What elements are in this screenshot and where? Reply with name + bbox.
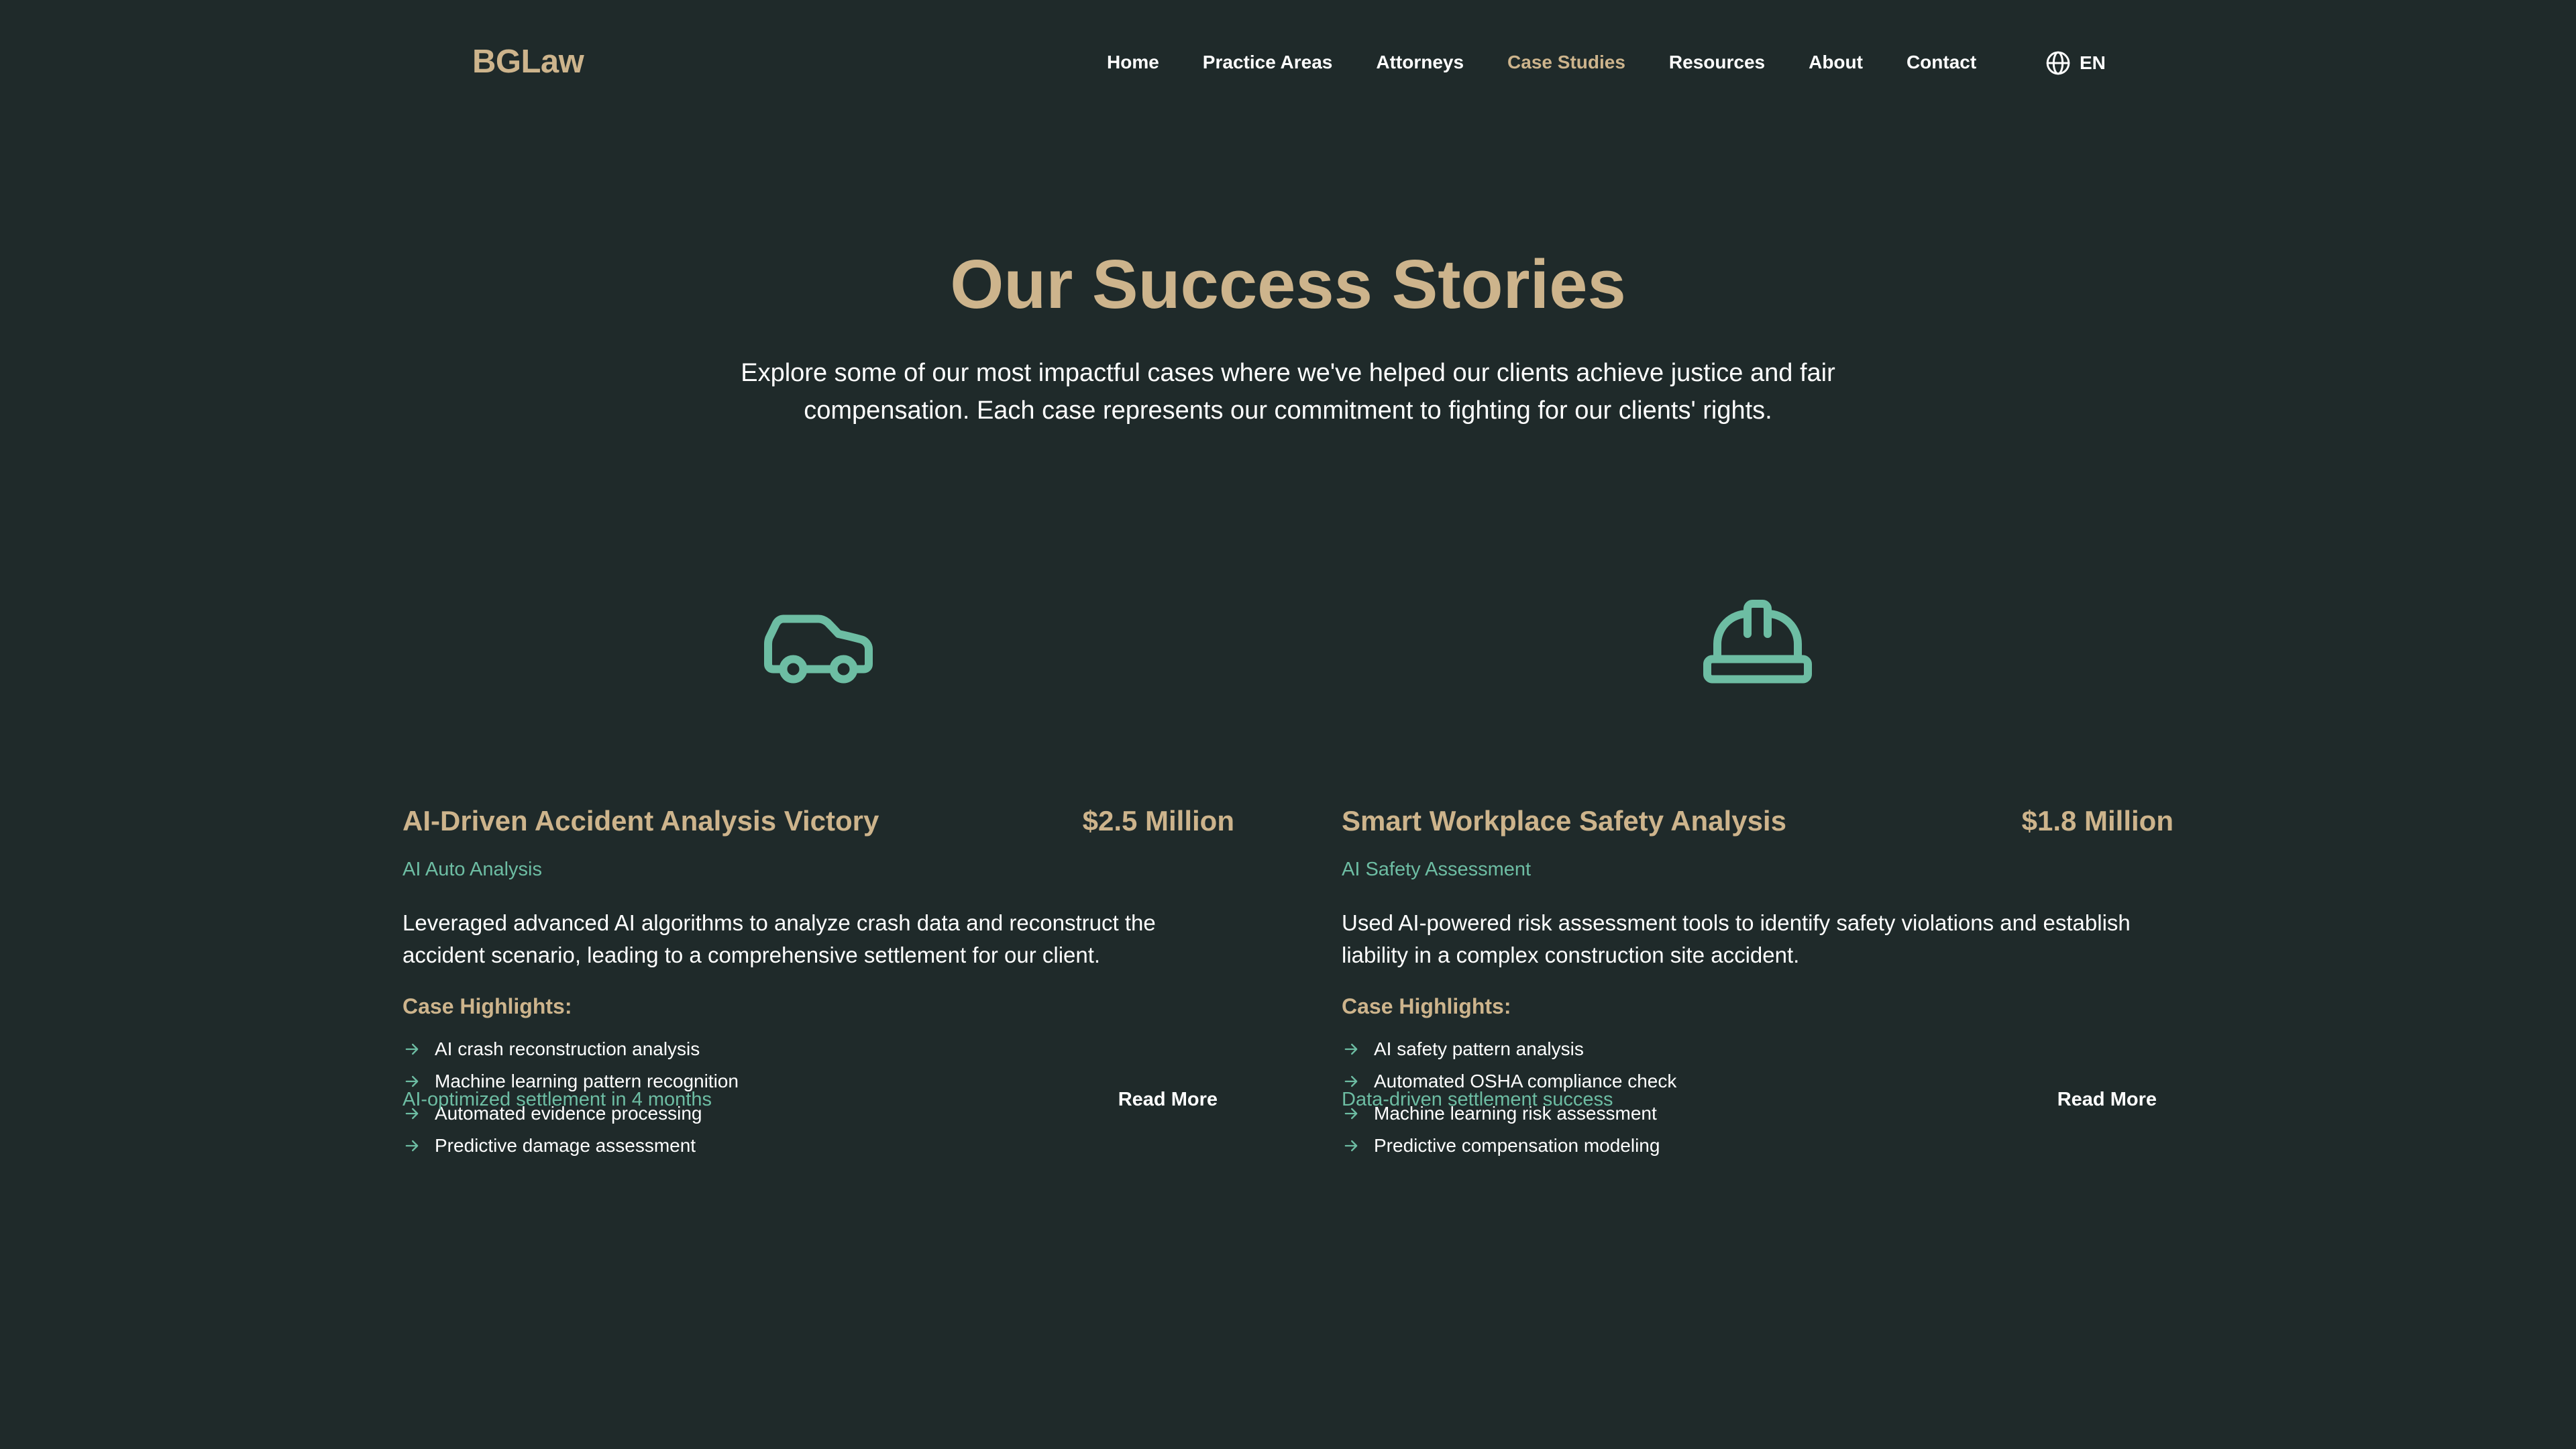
nav-link-resources[interactable]: Resources — [1669, 52, 1765, 73]
read-more-button[interactable]: Read More — [2057, 1089, 2157, 1111]
read-more-button[interactable]: Read More — [1118, 1089, 1218, 1111]
case-highlights-title: Case Highlights: — [402, 994, 572, 1018]
nav-links: Home Practice Areas Attorneys Case Studi… — [1107, 52, 2020, 73]
case-title: Smart Workplace Safety Analysis — [1342, 805, 1786, 837]
case-result: AI-optimized settlement in 4 months — [402, 1089, 712, 1110]
language-switcher[interactable]: EN — [2045, 50, 2106, 76]
nav-link-practice-areas[interactable]: Practice Areas — [1203, 52, 1333, 73]
logo[interactable]: BGLaw — [472, 43, 584, 80]
car-icon — [764, 614, 873, 684]
case-amount: $1.8 Million — [2021, 805, 2174, 837]
case-category: AI Auto Analysis — [402, 859, 542, 880]
page-title: Our Success Stories — [950, 246, 1626, 323]
list-item: AI crash reconstruction analysis — [402, 1033, 739, 1065]
navbar: BGLaw Home Practice Areas Attorneys Case… — [0, 0, 2576, 127]
nav-link-contact[interactable]: Contact — [1907, 52, 1976, 73]
hard-hat-icon — [1703, 600, 1812, 684]
list-item: Predictive compensation modeling — [1342, 1130, 1676, 1162]
arrow-right-icon — [405, 1075, 419, 1087]
case-card: AI-Driven Accident Analysis Victory $2.5… — [402, 584, 1234, 1228]
arrow-right-icon — [1344, 1075, 1358, 1087]
arrow-right-icon — [1344, 1043, 1358, 1055]
case-description: Used AI-powered risk assessment tools to… — [1342, 910, 2131, 967]
language-label: EN — [2080, 52, 2106, 73]
case-amount: $2.5 Million — [1082, 805, 1234, 837]
nav-link-case-studies[interactable]: Case Studies — [1507, 52, 1625, 73]
page-subtitle: Explore some of our most impactful cases… — [741, 359, 1835, 425]
arrow-right-icon — [405, 1140, 419, 1152]
list-item: Predictive damage assessment — [402, 1130, 739, 1162]
case-card: Smart Workplace Safety Analysis $1.8 Mil… — [1342, 584, 2174, 1228]
case-description: Leveraged advanced AI algorithms to anal… — [402, 910, 1156, 967]
globe-icon — [2046, 51, 2070, 75]
case-highlights-title: Case Highlights: — [1342, 994, 1511, 1018]
case-title: AI-Driven Accident Analysis Victory — [402, 805, 879, 837]
list-item: AI safety pattern analysis — [1342, 1033, 1676, 1065]
nav-link-attorneys[interactable]: Attorneys — [1376, 52, 1464, 73]
case-category: AI Safety Assessment — [1342, 859, 1532, 880]
case-result: Data-driven settlement success — [1342, 1089, 1613, 1110]
nav-link-about[interactable]: About — [1809, 52, 1863, 73]
arrow-right-icon — [1344, 1140, 1358, 1152]
arrow-right-icon — [405, 1043, 419, 1055]
nav-link-home[interactable]: Home — [1107, 52, 1159, 73]
